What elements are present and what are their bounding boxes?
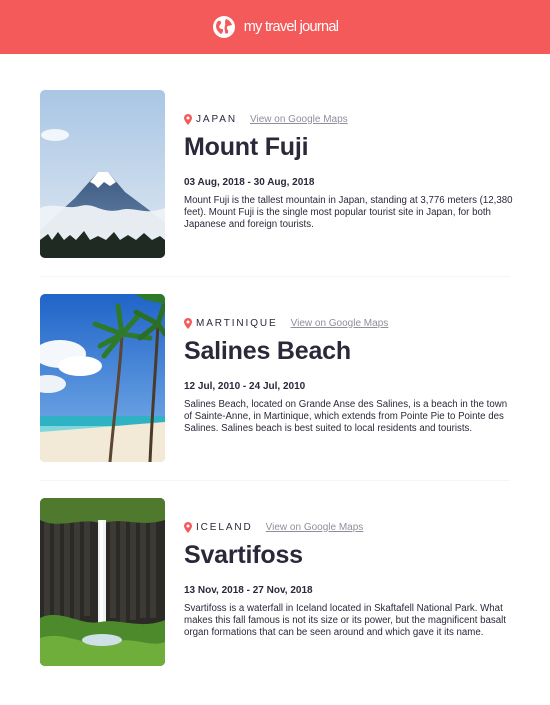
mount-fuji-photo <box>40 90 165 258</box>
entry-info: ICELAND View on Google Maps Svartifoss 1… <box>184 498 514 639</box>
google-maps-link[interactable]: View on Google Maps <box>266 522 364 533</box>
trip-dates: 13 Nov, 2018 - 27 Nov, 2018 <box>184 585 313 596</box>
country-label: MARTINIQUE <box>196 317 278 329</box>
country-label: JAPAN <box>196 113 237 125</box>
google-maps-link[interactable]: View on Google Maps <box>250 114 348 125</box>
location-pin-icon <box>184 113 192 125</box>
location-row: ICELAND View on Google Maps <box>184 520 514 534</box>
place-title: Salines Beach <box>184 337 351 365</box>
svartifoss-photo <box>40 498 165 666</box>
place-description: Salines Beach, located on Grande Anse de… <box>184 399 508 434</box>
place-title: Svartifoss <box>184 541 303 569</box>
location-row: JAPAN View on Google Maps <box>184 112 514 126</box>
google-maps-link[interactable]: View on Google Maps <box>291 318 389 329</box>
salines-beach-photo <box>40 294 165 462</box>
location-row: MARTINIQUE View on Google Maps <box>184 316 514 330</box>
entry-divider <box>40 276 510 277</box>
trip-dates: 03 Aug, 2018 - 30 Aug, 2018 <box>184 177 315 188</box>
place-description: Mount Fuji is the tallest mountain in Ja… <box>184 195 513 230</box>
globe-icon <box>212 15 236 39</box>
entry-divider <box>40 480 510 481</box>
entry-info: MARTINIQUE View on Google Maps Salines B… <box>184 294 514 435</box>
location-pin-icon <box>184 317 192 329</box>
place-description: Svartifoss is a waterfall in Iceland loc… <box>184 603 506 638</box>
journal-entry: MARTINIQUE View on Google Maps Salines B… <box>40 294 520 462</box>
entry-info: JAPAN View on Google Maps Mount Fuji 03 … <box>184 90 514 231</box>
app-header: my travel journal <box>0 0 550 54</box>
journal-entry: ICELAND View on Google Maps Svartifoss 1… <box>40 498 520 666</box>
location-pin-icon <box>184 521 192 533</box>
country-label: ICELAND <box>196 521 253 533</box>
app-title: my travel journal <box>243 19 339 35</box>
place-title: Mount Fuji <box>184 133 309 161</box>
trip-dates: 12 Jul, 2010 - 24 Jul, 2010 <box>184 381 306 392</box>
journal-entry: JAPAN View on Google Maps Mount Fuji 03 … <box>40 90 520 258</box>
